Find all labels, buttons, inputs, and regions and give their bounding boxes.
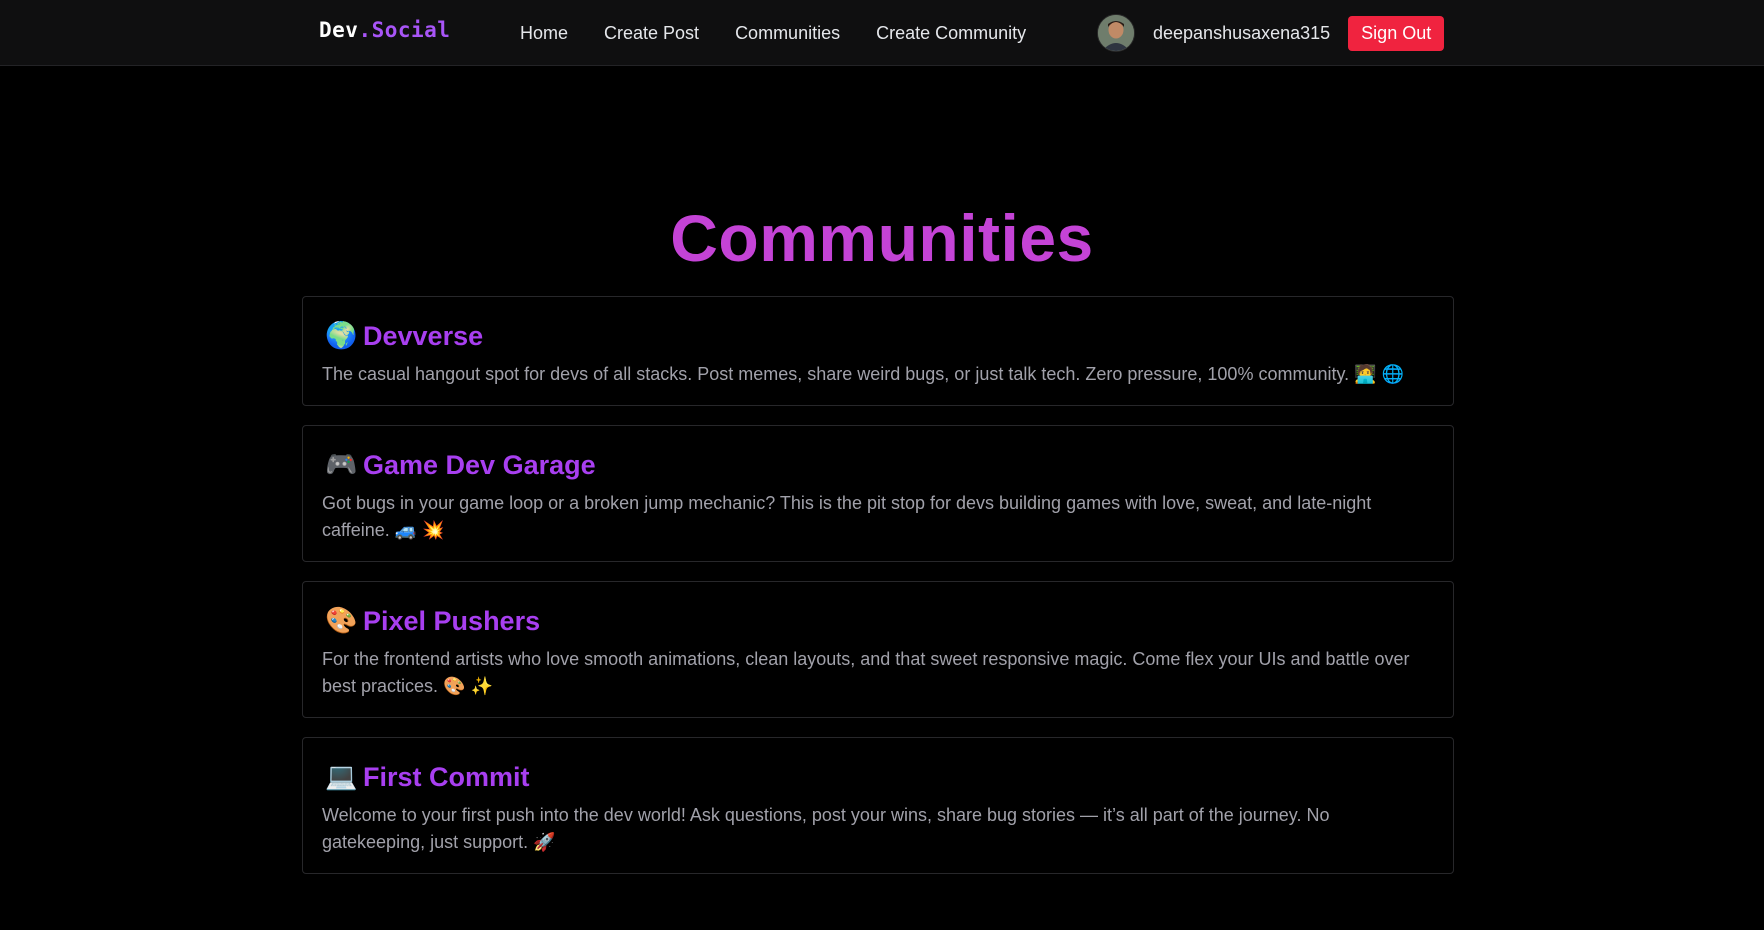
nav-link-communities[interactable]: Communities [735, 23, 840, 44]
community-name: Pixel Pushers [363, 606, 541, 636]
community-description: Welcome to your first push into the dev … [322, 805, 1330, 852]
community-description: Got bugs in your game loop or a broken j… [322, 493, 1372, 540]
community-name: Devverse [363, 321, 484, 351]
username-label: deepanshusaxena315 [1153, 22, 1331, 43]
community-name: Game Dev Garage [363, 450, 596, 480]
community-title[interactable]: 🌍 Devverse [322, 319, 1434, 353]
nav-link-create-community[interactable]: Create Community [876, 23, 1026, 44]
community-name: First Commit [363, 762, 530, 792]
community-card-pixel-pushers[interactable]: 🎨 Pixel Pushers For the frontend artists… [302, 581, 1454, 718]
community-card-devverse[interactable]: 🌍 Devverse The casual hangout spot for d… [302, 296, 1454, 406]
user-avatar[interactable] [1097, 14, 1135, 52]
community-card-first-commit[interactable]: 💻 First Commit Welcome to your first pus… [302, 737, 1454, 874]
community-card-game-dev-garage[interactable]: 🎮 Game Dev Garage Got bugs in your game … [302, 425, 1454, 562]
globe-icon: 🌍 [325, 321, 358, 351]
user-area: deepanshusaxena315 Sign Out [1097, 0, 1445, 66]
communities-list: 🌍 Devverse The casual hangout spot for d… [302, 296, 1454, 893]
game-controller-icon: 🎮 [325, 450, 358, 480]
page-title: Communities [670, 201, 1094, 275]
palette-icon: 🎨 [325, 606, 358, 636]
community-title[interactable]: 💻 First Commit [322, 760, 1434, 794]
logo-accent-text: .Social [358, 18, 451, 42]
nav-link-create-post[interactable]: Create Post [604, 23, 699, 44]
site-logo[interactable]: Dev.Social [319, 18, 450, 42]
sign-out-button[interactable]: Sign Out [1348, 15, 1445, 51]
nav-link-home[interactable]: Home [520, 23, 568, 44]
main-nav: Home Create Post Communities Create Comm… [520, 0, 1026, 66]
community-description: The casual hangout spot for devs of all … [322, 364, 1404, 384]
community-description: For the frontend artists who love smooth… [322, 649, 1410, 696]
top-navbar: Dev.Social Home Create Post Communities … [0, 0, 1764, 66]
avatar-photo-icon [1098, 15, 1134, 51]
community-title[interactable]: 🎨 Pixel Pushers [322, 604, 1434, 638]
logo-main-text: Dev [319, 18, 359, 42]
laptop-icon: 💻 [325, 762, 358, 792]
community-title[interactable]: 🎮 Game Dev Garage [322, 448, 1434, 482]
